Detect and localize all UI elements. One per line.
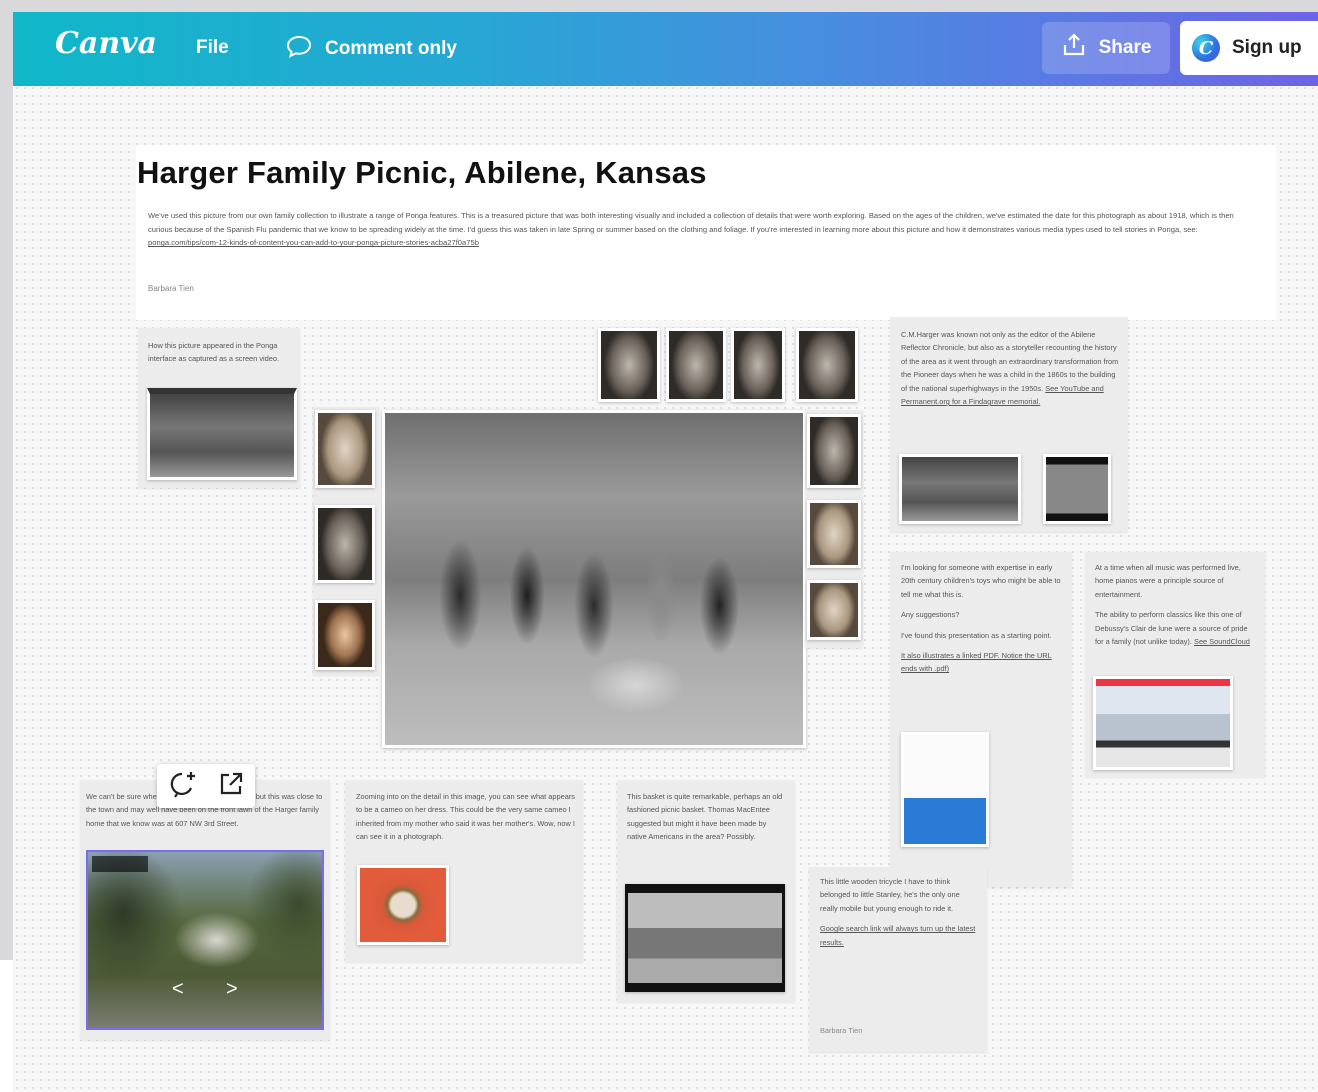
top-bar: Canva File Comment only Share C Sign up (13, 12, 1318, 86)
page-title: Harger Family Picnic, Abilene, Kansas (137, 155, 707, 190)
note-tricycle-text: This little wooden tricycle I have to th… (820, 875, 978, 949)
face-portrait-top-1[interactable] (598, 328, 660, 402)
story-description: We've used this picture from our own fam… (148, 209, 1253, 250)
silent-film-thumbnail[interactable] (625, 884, 785, 992)
share-label: Share (1098, 37, 1152, 58)
description-text: We've used this picture from our own fam… (148, 211, 1234, 234)
note-music-text: At a time when all music was performed l… (1095, 561, 1257, 648)
share-button[interactable]: Share (1042, 22, 1170, 74)
street-view-forward-arrow-icon[interactable]: > (226, 978, 238, 1001)
findagrave-thumbnail[interactable] (1043, 454, 1111, 524)
canvas-board: Canva File Comment only Share C Sign up … (13, 12, 1318, 1092)
note-toys-para-1: I'm looking for someone with expertise i… (901, 563, 1061, 599)
card-hover-toolbar (157, 764, 255, 808)
note-music-para-1: At a time when all music was performed l… (1095, 563, 1241, 599)
street-view-embed[interactable]: < > (86, 850, 324, 1030)
note-tricycle-para-2[interactable]: Google search link will always turn up t… (820, 922, 978, 949)
canva-badge-icon: C (1192, 34, 1220, 62)
note-cameo-text: Zooming into on the detail in this image… (356, 792, 575, 842)
note-tricycle-author: Barbara Tien (820, 1026, 863, 1035)
face-portrait-top-4[interactable] (796, 328, 858, 402)
share-icon (1061, 32, 1087, 64)
face-portrait-right-2[interactable] (807, 500, 861, 568)
comment-only-label: Comment only (325, 38, 457, 59)
note-tricycle-para-1: This little wooden tricycle I have to th… (820, 877, 960, 913)
note-music-link[interactable]: See SoundCloud (1194, 637, 1250, 646)
face-portrait-right-1[interactable] (807, 414, 861, 488)
note-screen-video-text: How this picture appeared in the Ponga i… (148, 341, 280, 364)
note-toys-para-2: Any suggestions? (901, 610, 960, 620)
add-comment-icon[interactable] (167, 769, 197, 804)
description-link[interactable]: ponga.com/tips/com-12-kinds-of-content-y… (148, 238, 479, 247)
face-portrait-right-3[interactable] (807, 580, 861, 640)
cameo-photo[interactable] (357, 865, 449, 945)
note-basket-text: This basket is quite remarkable, perhaps… (627, 792, 783, 842)
note-harger-text: C.M.Harger was known not only as the edi… (901, 328, 1121, 408)
sign-up-label: Sign up (1232, 37, 1302, 58)
sign-up-button[interactable]: C Sign up (1180, 21, 1318, 75)
street-view-address-box (92, 856, 148, 872)
note-toys-para-3: I've found this presentation as a starti… (901, 630, 1052, 640)
face-portrait-left-3[interactable] (315, 600, 375, 670)
open-external-icon[interactable] (217, 770, 245, 803)
screen-video-thumbnail[interactable] (147, 388, 297, 480)
comment-only-indicator[interactable]: Comment only (285, 34, 457, 64)
note-toys-para-4[interactable]: It also illustrates a linked PDF. Notice… (901, 649, 1063, 676)
note-toys-text: I'm looking for someone with expertise i… (901, 561, 1063, 676)
comment-icon (285, 34, 313, 64)
face-portrait-top-3[interactable] (731, 328, 785, 402)
story-author: Barbara Tien (148, 284, 194, 293)
face-portrait-left-1[interactable] (315, 410, 375, 488)
canva-logo[interactable]: Canva (55, 26, 157, 61)
soundcloud-thumbnail[interactable] (1093, 676, 1233, 770)
street-view-back-arrow-icon[interactable]: < (172, 978, 184, 1001)
main-family-photo[interactable] (382, 410, 806, 748)
linked-pdf-thumbnail[interactable] (901, 732, 989, 847)
face-portrait-left-2[interactable] (315, 505, 375, 583)
face-portrait-top-2[interactable] (666, 328, 726, 402)
youtube-video-thumbnail[interactable] (899, 454, 1021, 524)
file-menu[interactable]: File (196, 37, 229, 59)
